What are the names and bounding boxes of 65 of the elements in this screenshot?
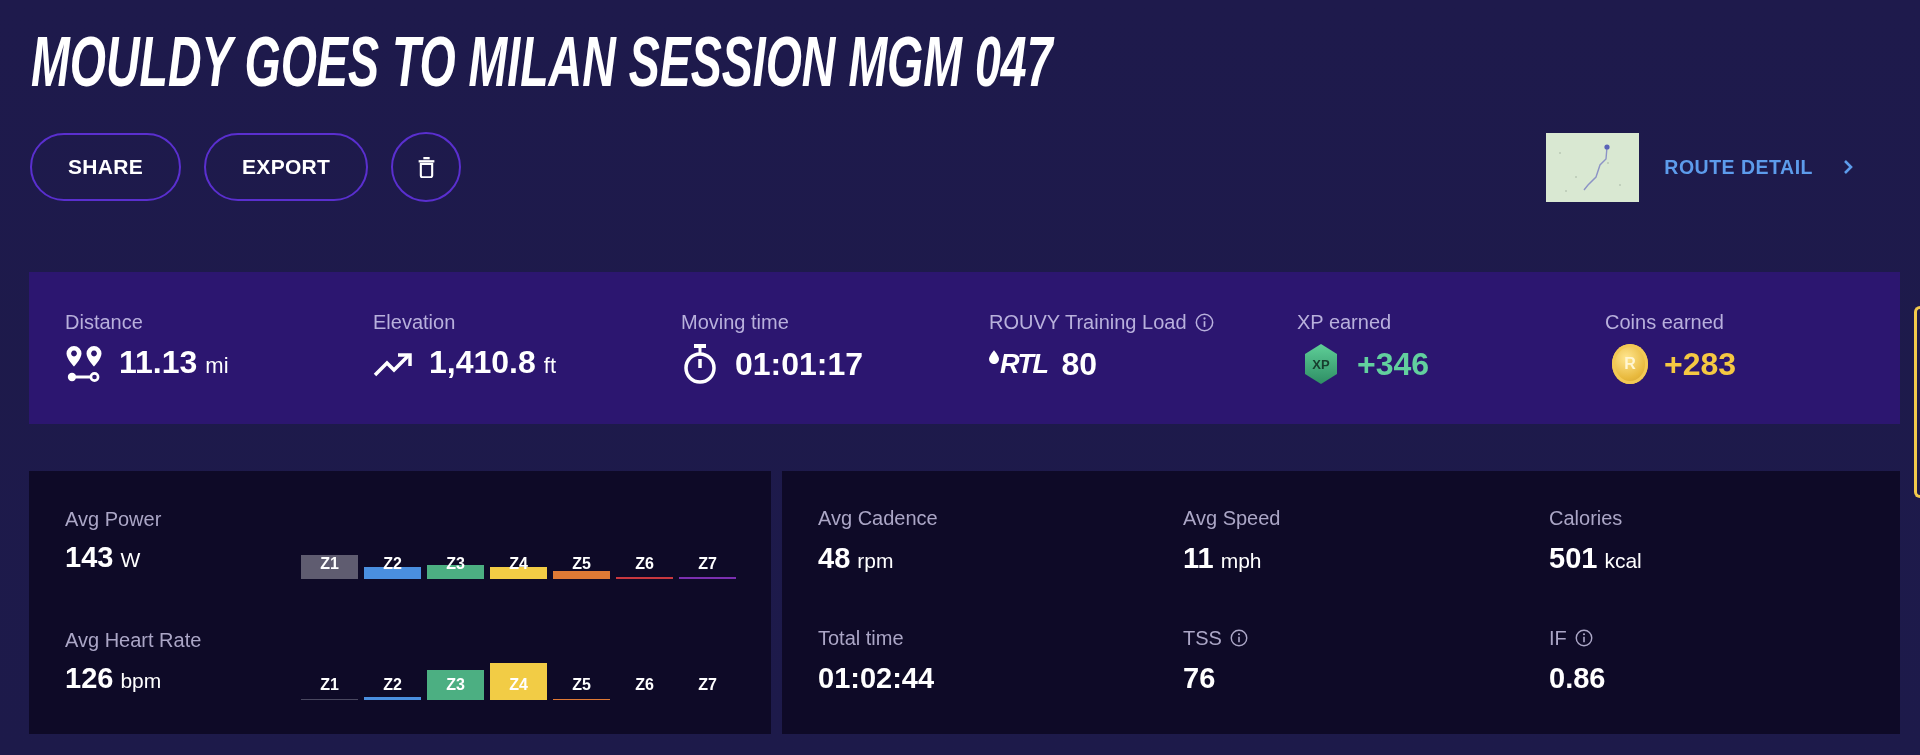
metric-unit: W [120, 547, 141, 573]
metric-label: Total time [818, 626, 904, 650]
page-title: MOULDY GOES TO MILAN SESSION MGM 047 [31, 27, 1053, 97]
stat-unit: mi [205, 352, 229, 380]
info-icon[interactable] [1574, 629, 1593, 647]
trend-up-icon [373, 351, 413, 377]
metric-value: 01:02:44 [818, 661, 935, 696]
metric-value: 501 [1549, 541, 1598, 576]
stat-label: XP earned [1297, 310, 1392, 334]
stat-value: 80 [1061, 345, 1098, 384]
zone-label: Z1 [320, 675, 339, 695]
info-icon[interactable] [1194, 312, 1214, 332]
route-detail-link[interactable]: ROUTE DETAIL [1664, 155, 1853, 179]
metric-label: Avg Heart Rate [65, 628, 203, 652]
metric-value: 76 [1183, 661, 1216, 696]
trash-icon [417, 156, 435, 178]
metric-unit: bpm [120, 668, 162, 694]
stat-value: 1,410.8 [429, 343, 536, 382]
side-tab[interactable] [1914, 306, 1920, 498]
metric-label: Calories [1549, 506, 1623, 530]
metric-value: 126 [65, 661, 114, 696]
xp-badge: XP [1305, 344, 1337, 384]
stat-label: ROUVY Training Load [989, 310, 1187, 334]
stat-label: Coins earned [1605, 310, 1724, 334]
stat-label: Distance [65, 310, 143, 334]
zone-label: Z7 [698, 554, 717, 574]
export-button[interactable]: EXPORT [204, 133, 369, 201]
metric-label: IF [1549, 626, 1567, 650]
metric-unit: kcal [1604, 548, 1642, 574]
metric-label: TSS [1183, 626, 1222, 650]
info-icon[interactable] [1229, 629, 1248, 647]
zone-label: Z5 [572, 675, 591, 695]
metric-label: Avg Cadence [818, 506, 938, 530]
metric-value: 143 [65, 540, 114, 575]
stat-label: Elevation [373, 310, 456, 334]
zone-label: Z2 [383, 675, 402, 695]
stat-label: Moving time [681, 310, 789, 334]
zone-label: Z6 [635, 554, 654, 574]
metric-value: 48 [818, 541, 851, 576]
share-button[interactable]: SHARE [30, 133, 181, 201]
route-pins-icon [65, 345, 103, 383]
rtl-logo: RTL [1000, 348, 1048, 380]
stat-value: +346 [1357, 345, 1430, 384]
coin-badge: R [1612, 344, 1648, 384]
metric-unit: mph [1220, 548, 1262, 574]
metric-value: 0.86 [1549, 661, 1606, 696]
zone-label: Z4 [509, 675, 528, 695]
stopwatch-icon [681, 344, 719, 384]
stat-value: 11.13 [119, 343, 198, 382]
stat-unit: ft [543, 352, 556, 380]
route-map-drawing[interactable] [1546, 132, 1640, 202]
metric-label: Avg Speed [1183, 506, 1281, 530]
drop-icon [989, 350, 999, 364]
zone-label: Z7 [698, 675, 717, 695]
metric-unit: rpm [857, 548, 894, 574]
stat-value: 01:01:17 [735, 345, 864, 384]
stat-value: +283 [1664, 345, 1737, 384]
metric-label: Avg Power [65, 507, 163, 531]
metric-value: 11 [1183, 541, 1214, 576]
zone-label: Z3 [446, 675, 465, 695]
chevron-icon [1843, 159, 1853, 175]
zone-label: Z1 [320, 554, 339, 574]
zone-label: Z6 [635, 675, 654, 695]
delete-button[interactable] [391, 132, 462, 202]
zone-label: Z5 [572, 554, 591, 574]
